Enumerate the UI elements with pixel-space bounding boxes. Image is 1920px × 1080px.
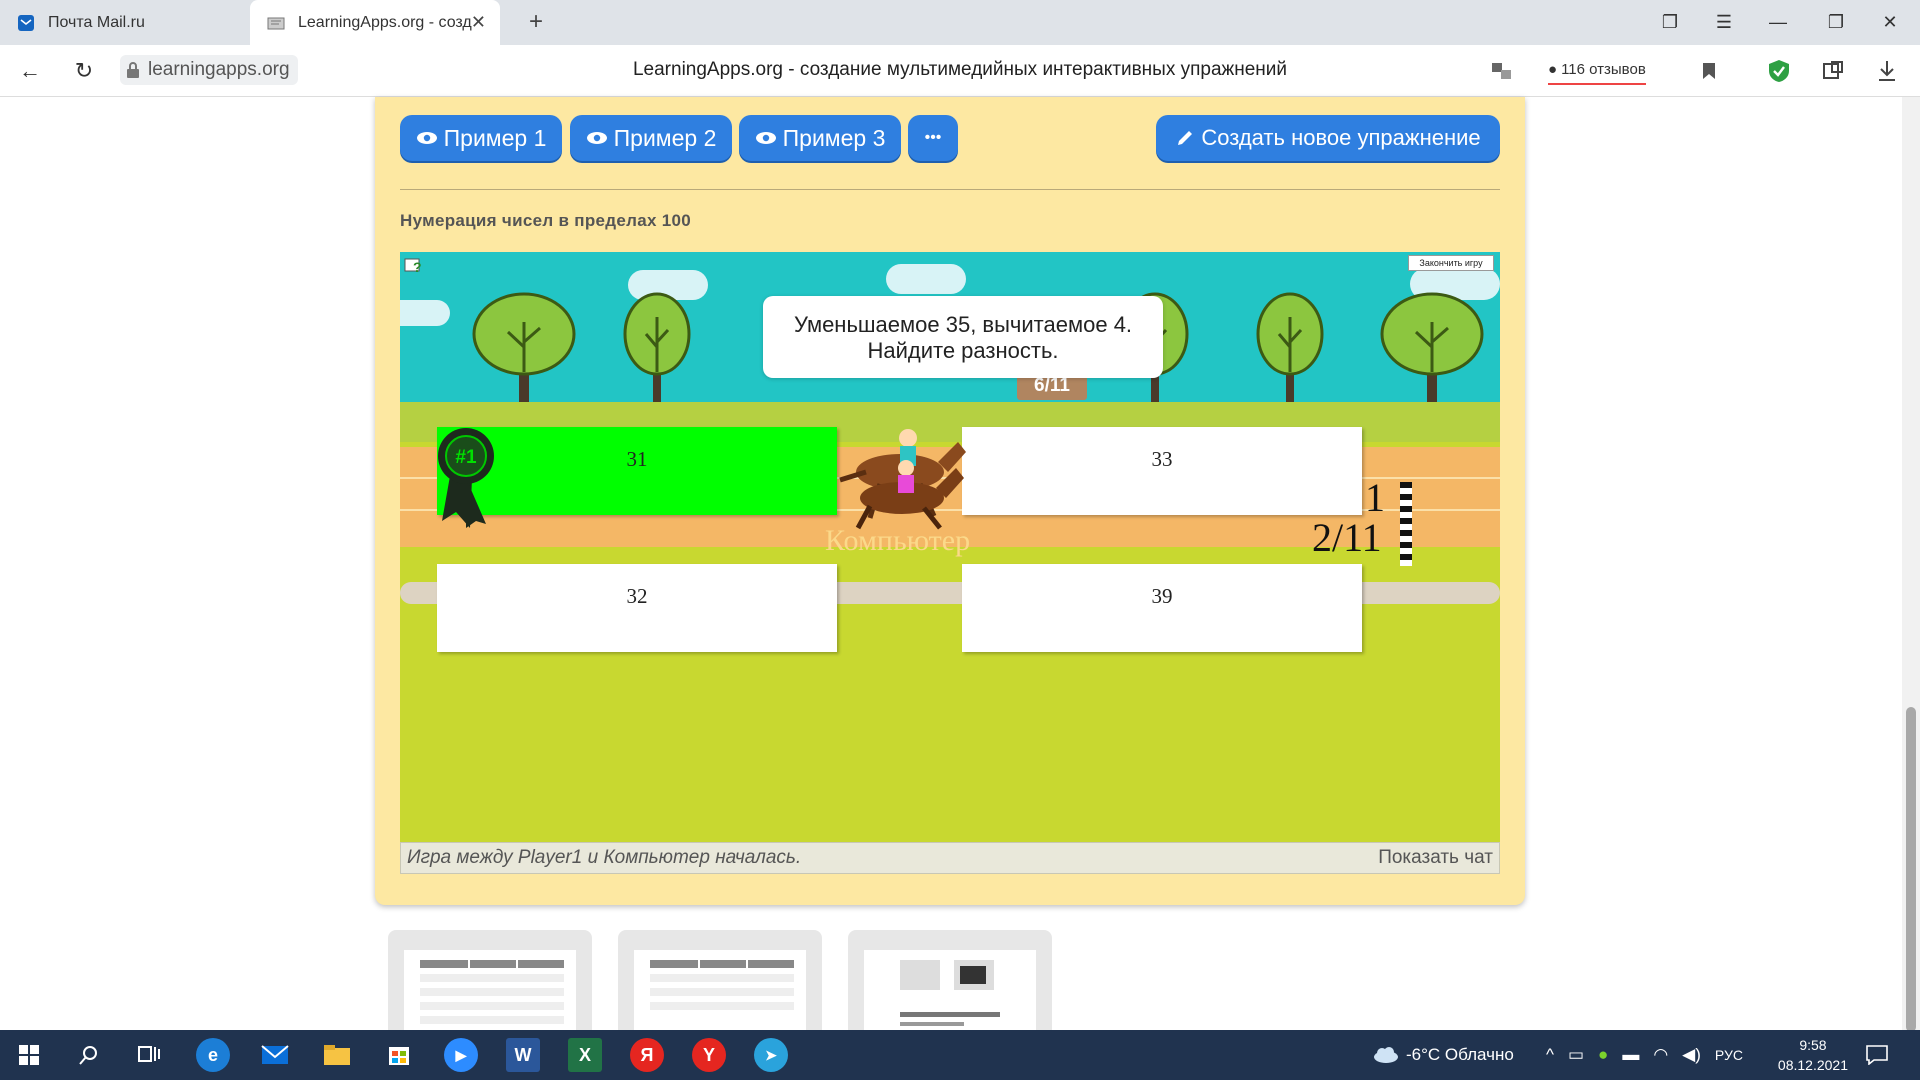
security-icon[interactable]: ● bbox=[1598, 1045, 1608, 1065]
language-indicator[interactable]: РУС bbox=[1715, 1047, 1743, 1063]
status-message: Игра между Player1 и Компьютер началась. bbox=[407, 847, 802, 868]
cloud bbox=[400, 300, 450, 326]
tree bbox=[472, 292, 576, 412]
answer-option-4[interactable]: 39 bbox=[962, 564, 1362, 652]
tab-mail[interactable]: Почта Mail.ru bbox=[0, 0, 248, 45]
chevron-up-icon[interactable]: ^ bbox=[1546, 1045, 1554, 1065]
protect-shield-icon[interactable] bbox=[1768, 57, 1790, 85]
system-tray: ^ ▭ ● ▬ ◠ ◀) РУС bbox=[1546, 1030, 1743, 1080]
time-text: 9:58 bbox=[1799, 1037, 1827, 1053]
example-3-button[interactable]: Пример 3 bbox=[739, 115, 901, 161]
answer-option-3[interactable]: 32 bbox=[437, 564, 837, 652]
telegram-icon[interactable]: ➤ bbox=[754, 1038, 788, 1072]
menu-icon[interactable]: ☰ bbox=[1698, 0, 1750, 45]
divider bbox=[400, 189, 1500, 190]
tree bbox=[1256, 292, 1324, 412]
comment-icon: ● bbox=[1548, 60, 1558, 78]
example-1-label: Пример 1 bbox=[443, 124, 547, 151]
tree bbox=[1380, 292, 1484, 412]
finish-line bbox=[1400, 482, 1412, 566]
tab-label: LearningApps.org - созд bbox=[298, 13, 472, 31]
volume-icon[interactable]: ◀) bbox=[1682, 1045, 1701, 1065]
windows-start-icon[interactable] bbox=[12, 1038, 46, 1072]
cloud-icon bbox=[1374, 1047, 1398, 1063]
eye-icon bbox=[416, 132, 437, 144]
close-window-icon[interactable]: ✕ bbox=[1864, 0, 1916, 45]
pencil-icon bbox=[1178, 131, 1193, 145]
meet-icon[interactable]: ▭ bbox=[1568, 1045, 1584, 1065]
question-line-1: Уменьшаемое 35, вычитаемое 4. bbox=[793, 312, 1133, 337]
mail-app-icon[interactable] bbox=[258, 1038, 292, 1072]
exercise-card: Пример 1 Пример 2 Пример 3 ••• Создать н… bbox=[375, 97, 1525, 905]
rank-ribbon-icon: #1 bbox=[438, 428, 494, 528]
answer-option-2[interactable]: 33 bbox=[962, 427, 1362, 515]
example-1-button[interactable]: Пример 1 bbox=[400, 115, 562, 161]
date-text: 08.12.2021 bbox=[1777, 1057, 1848, 1073]
svg-text:?: ? bbox=[413, 259, 422, 275]
translate-icon[interactable] bbox=[1490, 57, 1514, 85]
help-icon[interactable]: ? bbox=[404, 256, 424, 276]
exercise-title: Нумерация чисел в пределах 100 bbox=[400, 211, 691, 230]
eye-icon bbox=[586, 132, 607, 144]
notification-icon[interactable] bbox=[1860, 1038, 1894, 1072]
excel-icon[interactable]: X bbox=[568, 1038, 602, 1072]
rank-badge-text: #1 bbox=[455, 447, 477, 468]
example-2-button[interactable]: Пример 2 bbox=[570, 115, 732, 161]
end-game-button[interactable]: Закончить игру bbox=[1408, 255, 1494, 271]
example-3-label: Пример 3 bbox=[782, 124, 886, 151]
tree bbox=[623, 292, 691, 412]
yandex-icon[interactable]: Я bbox=[630, 1038, 664, 1072]
weather-widget[interactable]: -6°C Облачно bbox=[1372, 1030, 1514, 1080]
edge-icon[interactable]: e bbox=[196, 1038, 230, 1072]
task-view-icon[interactable] bbox=[132, 1038, 166, 1072]
computer-score: 2/11 bbox=[1312, 515, 1382, 560]
word-icon[interactable]: W bbox=[506, 1038, 540, 1072]
create-exercise-label: Создать новое упражнение bbox=[1201, 125, 1481, 150]
create-exercise-button[interactable]: Создать новое упражнение bbox=[1156, 115, 1500, 161]
zoom-icon[interactable]: ▶ bbox=[444, 1038, 478, 1072]
windows-taskbar: e ▶ W X Я Y ➤ -6°C Облачно ^ ▭ ● ▬ ◠ ◀) … bbox=[0, 1030, 1920, 1080]
file-explorer-icon[interactable] bbox=[320, 1038, 354, 1072]
browser-tab-bar: Почта Mail.ru LearningApps.org - созд ✕ … bbox=[0, 0, 1920, 45]
extensions-icon[interactable] bbox=[1822, 57, 1844, 85]
download-icon[interactable] bbox=[1878, 57, 1896, 85]
tab-label: Почта Mail.ru bbox=[48, 13, 145, 31]
page-scrollbar[interactable] bbox=[1902, 97, 1920, 1032]
learningapps-icon bbox=[266, 13, 286, 33]
new-tab-button[interactable]: + bbox=[522, 9, 550, 37]
search-icon[interactable] bbox=[72, 1038, 106, 1072]
weather-text: -6°C Облачно bbox=[1406, 1045, 1514, 1064]
reviews-button[interactable]: ● 116 отзывов bbox=[1548, 57, 1646, 85]
more-button[interactable]: ••• bbox=[908, 115, 958, 161]
tab-learningapps[interactable]: LearningApps.org - созд ✕ bbox=[250, 0, 500, 45]
game-status-bar: Игра между Player1 и Компьютер началась.… bbox=[400, 842, 1500, 874]
show-chat-link[interactable]: Показать чат bbox=[1378, 847, 1493, 869]
game-area: ? Закончить игру 6/11 Уменьшаемое 35, вы… bbox=[400, 252, 1500, 842]
more-icon: ••• bbox=[924, 129, 942, 146]
example-2-label: Пример 2 bbox=[613, 124, 717, 151]
minimize-icon[interactable]: — bbox=[1752, 0, 1804, 45]
yandex-browser-icon[interactable]: Y bbox=[692, 1038, 726, 1072]
question-line-2: Найдите разность. bbox=[867, 338, 1059, 363]
eye-icon bbox=[755, 132, 776, 144]
question-box: Уменьшаемое 35, вычитаемое 4. Найдите ра… bbox=[763, 296, 1163, 378]
collections-icon[interactable]: ❐ bbox=[1644, 0, 1696, 45]
store-icon[interactable] bbox=[382, 1038, 416, 1072]
reviews-label: 116 отзывов bbox=[1561, 60, 1646, 78]
wifi-icon[interactable]: ◠ bbox=[1653, 1045, 1668, 1065]
answer-option-1[interactable]: 31 bbox=[437, 427, 837, 515]
restore-icon[interactable]: ❐ bbox=[1810, 0, 1862, 45]
cloud bbox=[886, 264, 966, 294]
clock[interactable]: 9:58 08.12.2021 bbox=[1778, 1035, 1848, 1075]
scrollbar-thumb[interactable] bbox=[1906, 707, 1916, 1032]
close-tab-icon[interactable]: ✕ bbox=[471, 12, 486, 33]
mail-icon bbox=[16, 13, 36, 33]
battery-icon[interactable]: ▬ bbox=[1622, 1045, 1639, 1065]
address-bar: ← ↻ learningapps.org LearningApps.org - … bbox=[0, 45, 1920, 97]
horse-riders-icon bbox=[839, 429, 966, 530]
bookmark-icon[interactable] bbox=[1702, 57, 1716, 85]
